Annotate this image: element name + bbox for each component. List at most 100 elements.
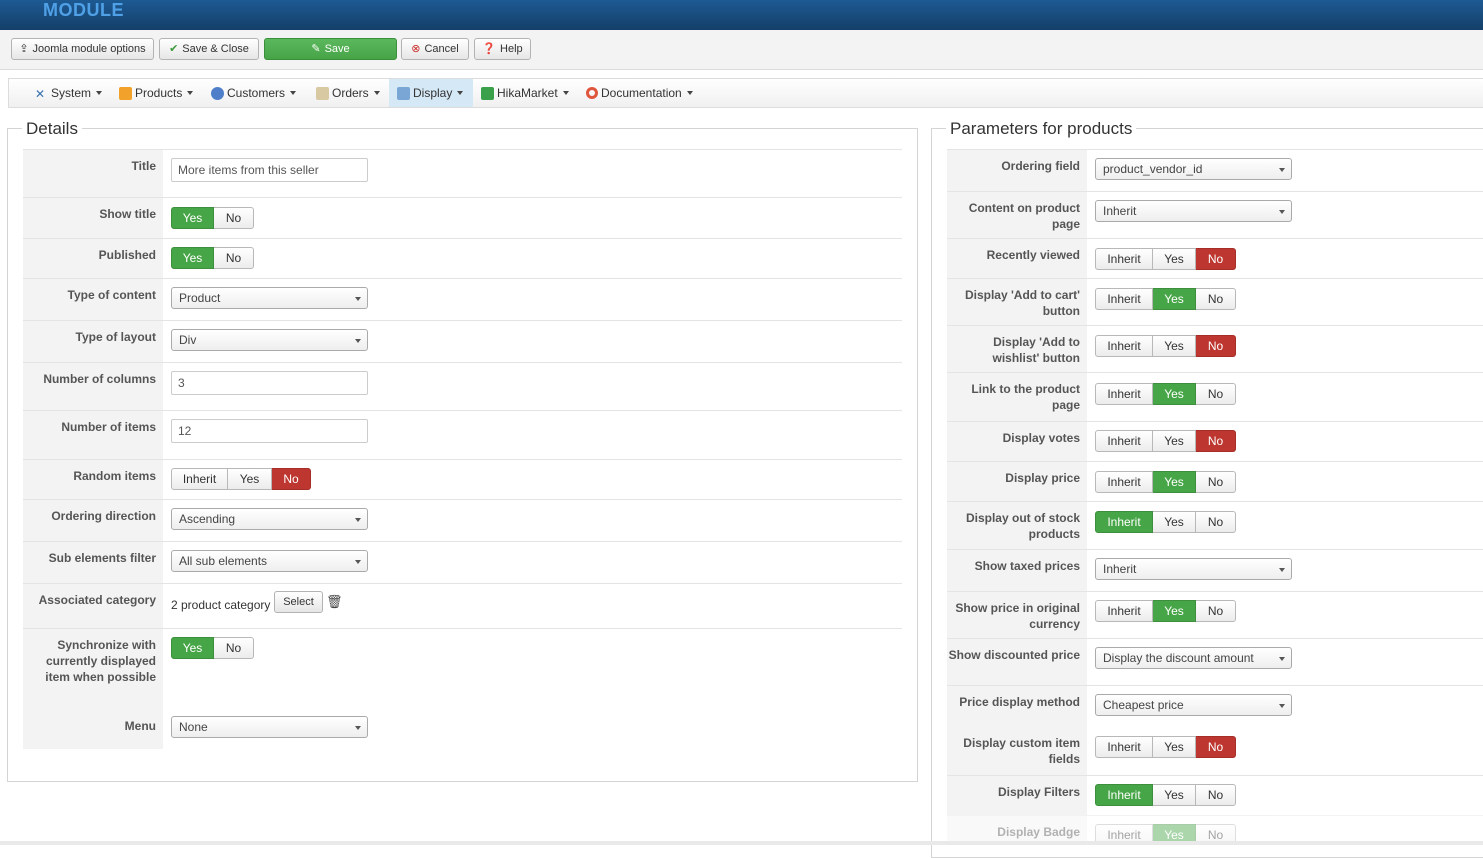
filters-inherit[interactable]: Inherit — [1095, 784, 1153, 806]
menu-display[interactable]: Display — [389, 79, 473, 107]
published-toggle: Yes No — [171, 247, 254, 269]
add-to-cart-toggle: Inherit Yes No — [1095, 288, 1236, 310]
out-of-stock-inherit[interactable]: Inherit — [1095, 511, 1153, 533]
original-currency-no[interactable]: No — [1196, 600, 1236, 622]
label-original-currency: Show price in original currency — [947, 592, 1087, 638]
columns-input[interactable]: 3 — [171, 371, 368, 395]
show-title-yes[interactable]: Yes — [171, 207, 214, 229]
menu-customers[interactable]: Customers — [211, 79, 297, 107]
label-out-of-stock: Display out of stock products — [947, 502, 1087, 549]
custom-fields-inherit[interactable]: Inherit — [1095, 736, 1153, 758]
show-title-no[interactable]: No — [214, 207, 254, 229]
menu-orders[interactable]: Orders — [316, 79, 380, 107]
random-no[interactable]: No — [272, 468, 311, 490]
main-menu: ✕ System Products Customers Orders Displ… — [8, 78, 1483, 108]
original-currency-inherit[interactable]: Inherit — [1095, 600, 1153, 622]
save-close-button[interactable]: ✔ Save & Close — [159, 38, 259, 60]
link-product-yes[interactable]: Yes — [1153, 383, 1196, 405]
price-inherit[interactable]: Inherit — [1095, 471, 1153, 493]
out-of-stock-no[interactable]: No — [1196, 511, 1236, 533]
row-ordering-field: Ordering field product_vendor_id — [947, 149, 1483, 191]
synchronize-no[interactable]: No — [214, 637, 254, 659]
add-to-wishlist-inherit[interactable]: Inherit — [1095, 335, 1153, 357]
ordering-direction-select[interactable]: Ascending — [171, 508, 368, 530]
menu-select[interactable]: None — [171, 716, 368, 738]
sub-filter-select[interactable]: All sub elements — [171, 550, 368, 572]
synchronize-yes[interactable]: Yes — [171, 637, 214, 659]
title-input[interactable]: More items from this seller — [171, 158, 368, 182]
page-title: MODULE — [43, 0, 124, 20]
label-ordering-direction: Ordering direction — [23, 500, 163, 541]
price-yes[interactable]: Yes — [1153, 471, 1196, 493]
original-currency-yes[interactable]: Yes — [1153, 600, 1196, 622]
filters-no[interactable]: No — [1196, 784, 1236, 806]
menu-hikamarket[interactable]: HikaMarket — [481, 79, 569, 107]
price-no[interactable]: No — [1196, 471, 1236, 493]
cancel-button[interactable]: ⊗ Cancel — [401, 38, 469, 60]
badge-inherit[interactable]: Inherit — [1095, 824, 1153, 841]
random-yes[interactable]: Yes — [228, 468, 272, 490]
help-button[interactable]: ❓ Help — [474, 38, 531, 60]
chevron-down-icon — [355, 297, 361, 301]
add-to-wishlist-toggle: Inherit Yes No — [1095, 335, 1236, 357]
badge-no[interactable]: No — [1196, 824, 1236, 841]
filters-yes[interactable]: Yes — [1153, 784, 1196, 806]
row-sub-filter: Sub elements filter All sub elements — [23, 541, 902, 583]
published-yes[interactable]: Yes — [171, 247, 214, 269]
label-custom-fields: Display custom item fields — [947, 727, 1087, 775]
menu-documentation[interactable]: Documentation — [586, 79, 693, 107]
type-layout-select[interactable]: Div — [171, 329, 368, 351]
custom-fields-no[interactable]: No — [1196, 736, 1236, 758]
row-associated-category: Associated category 2 product category S… — [23, 583, 902, 628]
items-input[interactable]: 12 — [171, 419, 368, 443]
recently-viewed-no[interactable]: No — [1196, 248, 1236, 270]
custom-fields-yes[interactable]: Yes — [1153, 736, 1196, 758]
row-recently-viewed: Recently viewed Inherit Yes No — [947, 238, 1483, 278]
price-method-select[interactable]: Cheapest price — [1095, 694, 1292, 716]
votes-inherit[interactable]: Inherit — [1095, 430, 1153, 452]
label-price: Display price — [947, 462, 1087, 501]
recently-viewed-inherit[interactable]: Inherit — [1095, 248, 1153, 270]
votes-yes[interactable]: Yes — [1153, 430, 1196, 452]
out-of-stock-toggle: Inherit Yes No — [1095, 511, 1236, 533]
content-on-page-select[interactable]: Inherit — [1095, 200, 1292, 222]
select-category-button[interactable]: Select — [274, 591, 323, 613]
trash-icon[interactable]: 🗑 — [326, 594, 343, 610]
type-content-select[interactable]: Product — [171, 287, 368, 309]
discounted-price-select[interactable]: Display the discount amount — [1095, 647, 1292, 669]
add-to-cart-no[interactable]: No — [1196, 288, 1236, 310]
joomla-module-options-button[interactable]: ⇪ Joomla module options — [11, 38, 154, 60]
label-price-method: Price display method — [947, 686, 1087, 727]
add-to-wishlist-yes[interactable]: Yes — [1153, 335, 1196, 357]
label-badge: Display Badge — [947, 816, 1087, 841]
users-icon — [211, 86, 224, 100]
link-product-no[interactable]: No — [1196, 383, 1236, 405]
link-product-inherit[interactable]: Inherit — [1095, 383, 1153, 405]
row-type-content: Type of content Product — [23, 278, 902, 320]
menu-products[interactable]: Products — [119, 79, 194, 107]
label-type-content: Type of content — [23, 279, 163, 320]
ordering-field-select[interactable]: product_vendor_id — [1095, 158, 1292, 180]
row-ordering-direction: Ordering direction Ascending — [23, 499, 902, 541]
add-to-wishlist-no[interactable]: No — [1196, 335, 1236, 357]
display-icon — [397, 86, 410, 100]
menu-system[interactable]: ✕ System — [35, 79, 103, 107]
save-button[interactable]: ✎ Save — [264, 38, 397, 60]
help-icon: ❓ — [482, 42, 497, 55]
badge-yes[interactable]: Yes — [1153, 824, 1196, 841]
label-random: Random items — [23, 460, 163, 499]
random-inherit[interactable]: Inherit — [171, 468, 228, 490]
taxed-prices-select[interactable]: Inherit — [1095, 558, 1292, 580]
votes-no[interactable]: No — [1196, 430, 1236, 452]
price-toggle: Inherit Yes No — [1095, 471, 1236, 493]
published-no[interactable]: No — [214, 247, 254, 269]
lifebuoy-icon — [586, 87, 598, 99]
votes-toggle: Inherit Yes No — [1095, 430, 1236, 452]
add-to-cart-yes[interactable]: Yes — [1153, 288, 1196, 310]
recently-viewed-yes[interactable]: Yes — [1153, 248, 1196, 270]
row-link-product: Link to the product page Inherit Yes No — [947, 372, 1483, 421]
label-content-on-page: Content on product page — [947, 192, 1087, 238]
out-of-stock-yes[interactable]: Yes — [1153, 511, 1196, 533]
add-to-cart-inherit[interactable]: Inherit — [1095, 288, 1153, 310]
label-add-to-wishlist: Display 'Add to wishlist' button — [947, 326, 1087, 372]
